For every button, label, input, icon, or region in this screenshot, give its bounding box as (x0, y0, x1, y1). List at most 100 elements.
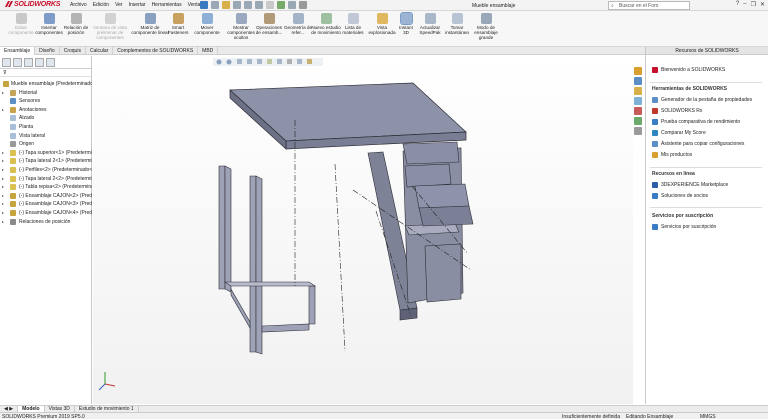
expand-arrow-icon[interactable]: ▸ (2, 107, 4, 112)
minimize-icon[interactable]: – (743, 1, 746, 8)
view-palette-icon[interactable] (634, 97, 642, 105)
expand-arrow-icon[interactable]: ▸ (2, 158, 4, 163)
property-manager-icon[interactable] (13, 58, 22, 67)
status-units[interactable]: MMGS (700, 414, 716, 420)
tree-item[interactable]: Sensores (0, 97, 92, 106)
file-explorer-icon[interactable] (634, 87, 642, 95)
graphics-area[interactable] (93, 56, 633, 404)
left-frame-profiles[interactable] (218, 165, 316, 355)
options-icon[interactable] (299, 1, 307, 9)
help-icon[interactable]: ? (736, 1, 739, 8)
solidworks-logo[interactable]: SOLIDWORKS (5, 1, 60, 8)
resource-link[interactable]: 3DEXPERIENCE Marketplace (652, 182, 728, 188)
tab-mbd[interactable]: MBD (198, 47, 219, 55)
ribbon-button-16[interactable]: Modo de ensamblaje grande (472, 13, 500, 40)
save-icon[interactable] (233, 1, 241, 9)
expand-arrow-icon[interactable]: ▸ (2, 201, 4, 206)
custom-properties-icon[interactable] (634, 117, 642, 125)
ribbon-button-7[interactable]: Mostrar componentes ocultos (226, 13, 256, 40)
select-icon[interactable] (266, 1, 274, 9)
menu-insertar[interactable]: Insertar (129, 2, 146, 8)
menu-archivo[interactable]: Archivo (70, 2, 87, 8)
ribbon-button-11[interactable]: Lista de materiales (340, 13, 366, 35)
resource-link[interactable]: Servicios por suscripción (652, 224, 716, 230)
heads-up-toolbar[interactable] (213, 58, 323, 66)
tab-croquis[interactable]: Croquis (60, 47, 86, 55)
ribbon-button-8[interactable]: Operaciones de ensamb... (254, 13, 284, 35)
new-document-icon[interactable] (211, 1, 219, 9)
tree-item[interactable]: ▸ (-) Tapa lateral 2<1> (Predetermina (0, 157, 92, 166)
tree-item[interactable]: ▸ Historial (0, 89, 92, 98)
tree-item[interactable]: Origen (0, 140, 92, 149)
expand-arrow-icon[interactable]: ▸ (2, 90, 4, 95)
tree-item[interactable]: ▸ (-) Tapa lateral 2<2> (Predetermina (0, 175, 92, 184)
dimxpert-icon[interactable] (35, 58, 44, 67)
resource-link[interactable]: Soluciones de socios (652, 193, 728, 199)
resource-link[interactable]: Prueba comparativa de rendimiento (652, 119, 752, 125)
resource-link[interactable]: Asistente para copiar configuraciones (652, 141, 752, 147)
ribbon-button-0[interactable]: Editar componente (8, 13, 34, 35)
ribbon-button-5[interactable]: Smart Fasteners (168, 13, 188, 35)
tab-ensamblaje[interactable]: Ensamblaje (0, 47, 36, 55)
ribbon-button-9[interactable]: Geometría de refer... (283, 13, 313, 35)
expand-arrow-icon[interactable]: ▸ (2, 176, 4, 181)
ribbon-button-4[interactable]: Matriz de componente lineal (130, 13, 170, 35)
tree-item[interactable]: ▸ (-) Tapa superior<1> (Predetermina (0, 149, 92, 158)
ribbon-button-15[interactable]: Tomar instantánea (444, 13, 470, 35)
print-icon[interactable] (244, 1, 252, 9)
expand-arrow-icon[interactable]: ▸ (2, 210, 4, 215)
ribbon-button-14[interactable]: Actualizar SpeedPak (417, 13, 443, 35)
tree-item[interactable]: Planta (0, 123, 92, 132)
tree-item[interactable]: Alzado (0, 114, 92, 123)
tree-item[interactable]: ▸ (-) Perfiles<2> (Predeterminado< (0, 166, 92, 175)
ribbon-button-6[interactable]: Mover componente (192, 13, 222, 35)
menu-edicion[interactable]: Edición (93, 2, 109, 8)
tree-item[interactable]: Vista lateral (0, 132, 92, 141)
drawer-bottom-open[interactable] (414, 183, 474, 227)
tree-item[interactable]: ▸ Relaciones de posición (0, 218, 92, 227)
open-icon[interactable] (222, 1, 230, 9)
tree-item[interactable]: ▸ (-) Tabla repisa<2> (Predetermina (0, 183, 92, 192)
expand-arrow-icon[interactable]: ▸ (2, 184, 4, 189)
tree-root-assembly[interactable]: Mueble ensamblaje (Predeterminado (0, 80, 92, 89)
display-manager-icon[interactable] (46, 58, 55, 67)
resource-link[interactable]: Generador de la pestaña de propiedades (652, 97, 752, 103)
rebuild-icon[interactable] (277, 1, 285, 9)
ribbon-button-13[interactable]: Instant 3D (397, 12, 415, 35)
drawer-top[interactable] (402, 141, 460, 165)
design-library-icon[interactable] (634, 77, 642, 85)
tab-diseno[interactable]: Diseño (35, 47, 60, 55)
resource-link[interactable]: SOLIDWORKS Rx (652, 108, 752, 114)
tree-item[interactable]: ▸ (-) Ensamblaje CAJON<3> (Prede (0, 200, 92, 209)
undo-icon[interactable] (255, 1, 263, 9)
expand-panel-icon[interactable] (57, 58, 66, 67)
home-icon[interactable] (200, 1, 208, 9)
resource-link[interactable]: Mis productos (652, 152, 752, 158)
welcome-link[interactable]: Bienvenido a SOLIDWORKS (652, 67, 725, 73)
menu-ver[interactable]: Ver (115, 2, 123, 8)
menu-herramientas[interactable]: Herramientas (152, 2, 182, 8)
tab-complementos[interactable]: Complementos de SOLIDWORKS (113, 47, 199, 55)
restore-icon[interactable]: ❐ (751, 1, 756, 8)
forum-icon[interactable] (634, 127, 642, 135)
expand-arrow-icon[interactable]: ▸ (2, 150, 4, 155)
tab-calcular[interactable]: Calcular (86, 47, 114, 55)
ribbon-button-2[interactable]: Relación de posición (63, 13, 89, 35)
configuration-manager-icon[interactable] (24, 58, 33, 67)
tree-item[interactable]: ▸ (-) Ensamblaje CAJON<2> (Predet (0, 192, 92, 201)
close-icon[interactable]: ✕ (760, 1, 765, 8)
expand-arrow-icon[interactable]: ▸ (2, 219, 4, 224)
search-input[interactable]: ⌕ Buscar en el Foro (608, 1, 690, 10)
resource-link[interactable]: Comparar My Score (652, 130, 752, 136)
file-properties-icon[interactable] (288, 1, 296, 9)
expand-arrow-icon[interactable]: ▸ (2, 193, 4, 198)
ribbon-button-10[interactable]: Nuevo estudio de movimiento (311, 13, 341, 35)
tree-item[interactable]: ▸ (-) Ensamblaje CAJON<4> (Prede (0, 209, 92, 218)
expand-arrow-icon[interactable]: ▸ (2, 167, 4, 172)
tabletop-part[interactable] (229, 82, 467, 150)
tree-item[interactable]: ▸ Anotaciones (0, 106, 92, 115)
desk-model[interactable] (93, 56, 633, 404)
resources-icon[interactable] (634, 67, 642, 75)
ribbon-button-12[interactable]: Vista explosionada (367, 13, 397, 35)
appearances-icon[interactable] (634, 107, 642, 115)
